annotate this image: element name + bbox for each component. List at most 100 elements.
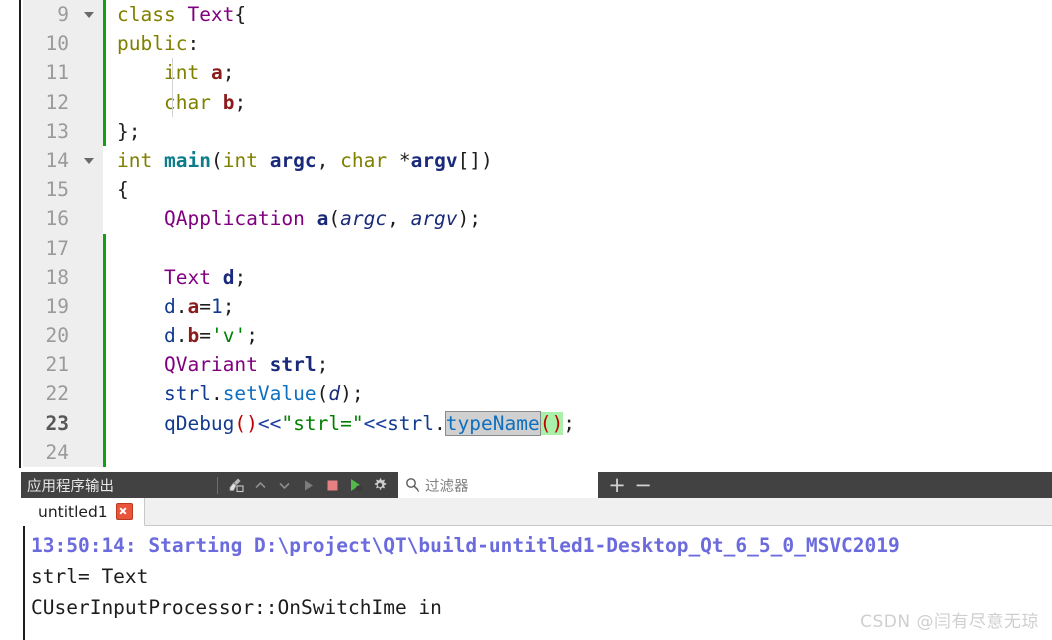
code-token: Text [163,265,211,289]
line-number: 24 [23,437,76,467]
code-line[interactable]: 24 [23,437,1052,467]
fold-spacer [76,291,103,322]
code-line[interactable]: 20 d.b='v'; [23,321,1052,351]
line-number: 17 [23,233,76,263]
gear-icon[interactable] [368,473,392,497]
line-number: 13 [23,116,76,146]
chevron-down-icon[interactable] [272,473,296,497]
line-number: 19 [23,291,76,322]
code-token: ; [222,61,235,85]
code-token: Text [187,3,235,26]
play-icon[interactable] [296,473,320,497]
code-token: ; [316,353,329,377]
code-token: QVariant [163,353,258,377]
toolbar-separator [217,476,218,494]
close-icon[interactable] [115,503,133,520]
fold-spacer [76,408,103,438]
code-line[interactable]: 21 QVariant strl; [23,350,1052,380]
fold-toggle-icon[interactable] [76,0,103,30]
code-text[interactable]: strl.setValue(d); [106,379,1052,408]
code-token: 'v' [210,324,247,348]
code-token: qDebug [163,411,235,435]
code-line[interactable]: 9 class Text{ [23,0,1052,30]
increase-font-button[interactable]: + [604,472,630,498]
code-line[interactable]: 16 QApplication a(argc, argv); [23,204,1052,234]
code-text[interactable]: QApplication a(argc, argv); [106,204,1052,233]
code-text[interactable]: d.b='v'; [106,321,1052,350]
code-text[interactable]: QVariant strl; [106,350,1052,379]
code-token: ( [210,148,223,172]
code-line[interactable]: 10 public: [23,29,1052,59]
code-line[interactable]: 11 int a; [23,58,1052,88]
fold-spacer [76,58,103,88]
play-debug-icon[interactable] [344,473,368,497]
code-text[interactable]: char b; [106,87,1052,117]
code-token: ; [222,294,235,318]
code-editor[interactable]: 9 class Text{10 public: 11 int a; 12 char b;… [0,0,1052,468]
fold-spacer [76,262,103,292]
code-token: argc [269,148,317,172]
editor-left-margin [0,0,21,468]
code-text[interactable]: { [106,175,1052,204]
code-line[interactable]: 18 Text d; [23,262,1052,292]
code-text[interactable]: qDebug()<<"strl="<<strl.typeName(); [106,409,1052,438]
fold-spacer [76,321,103,351]
output-tab-untitled1[interactable]: untitled1 [21,498,145,526]
panel-size-controls: + − [604,472,656,498]
decrease-font-button[interactable]: − [630,472,656,498]
line-number: 15 [23,175,76,205]
code-line[interactable]: 15 { [23,175,1052,205]
chevron-up-icon[interactable] [248,473,272,497]
code-token: ); [340,382,364,406]
clear-pane-icon[interactable] [224,473,248,497]
code-text[interactable]: }; [106,117,1052,146]
filter-input[interactable]: 过滤器 [398,472,598,498]
code-token: strl [269,353,317,377]
code-token: = [199,294,211,318]
fold-spacer [76,437,103,467]
code-token: = [199,324,211,348]
output-panel-toolbar: 应用程序输出 过滤器 + − [21,472,1052,498]
code-line[interactable]: 23 qDebug()<<"strl="<<strl.typeName(); [23,408,1052,438]
fold-toggle-icon[interactable] [76,145,103,176]
code-text[interactable] [106,234,1052,263]
code-line[interactable]: 13}; [23,116,1052,146]
code-line[interactable]: 17 [23,233,1052,263]
indent-guide [172,87,173,117]
code-token: ; [246,324,258,348]
code-text[interactable]: class Text{ [106,0,1052,29]
code-line[interactable]: 14 int main(int argc, char *argv[]) [23,145,1052,176]
code-token: ); [457,207,482,231]
code-text[interactable]: Text d; [106,263,1052,292]
watermark: CSDN @闫有尽意无琼 [860,612,1039,632]
stop-square-icon[interactable] [320,473,344,497]
code-line[interactable]: 22 strl.setValue(d); [23,379,1052,409]
search-icon [406,478,420,493]
code-line[interactable]: 19 d.a=1; [23,291,1052,322]
code-token: , [316,148,341,172]
line-number: 10 [23,29,76,59]
code-text[interactable]: d.a=1; [106,292,1052,321]
code-text[interactable]: public: [106,29,1052,58]
code-text[interactable] [106,438,1052,467]
fold-spacer [76,87,103,117]
fold-spacer [76,379,103,409]
code-lines-container[interactable]: 9 class Text{10 public: 11 int a; 12 char b;… [23,0,1052,468]
code-text[interactable]: int main(int argc, char *argv[]) [106,146,1052,175]
code-text[interactable]: int a; [106,58,1052,88]
code-line[interactable]: 12 char b; [23,87,1052,117]
code-token: d [328,382,341,406]
code-token: { [234,3,247,26]
line-number: 12 [23,87,76,117]
output-line: strl= Text [31,565,149,588]
code-token: . [175,294,188,318]
